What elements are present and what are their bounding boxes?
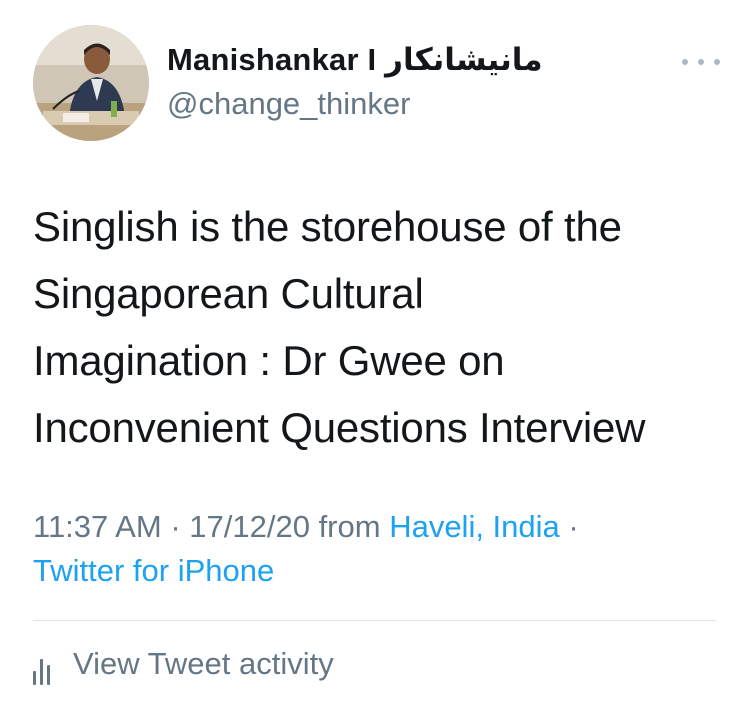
tweet-text-line: Singlish is the storehouse of the bbox=[33, 203, 622, 250]
dot-icon bbox=[714, 59, 720, 65]
view-tweet-activity-button[interactable]: View Tweet activity bbox=[33, 643, 334, 685]
dot-icon bbox=[682, 59, 688, 65]
divider bbox=[33, 620, 717, 621]
bar-chart-icon bbox=[33, 651, 59, 685]
tweet-date[interactable]: 17/12/20 bbox=[189, 509, 310, 544]
tweet-text: Singlish is the storehouse of the Singap… bbox=[33, 193, 733, 461]
separator: · bbox=[568, 509, 579, 544]
tweet-text-line: Imagination : Dr Gwee on bbox=[33, 337, 505, 384]
location-link[interactable]: Haveli, India bbox=[389, 509, 560, 544]
from-label: from bbox=[318, 509, 381, 544]
tweet-text-line: Inconvenient Questions Interview bbox=[33, 404, 646, 451]
avatar[interactable] bbox=[33, 25, 149, 141]
dot-icon bbox=[698, 59, 704, 65]
tweet-text-line: Singaporean Cultural bbox=[33, 270, 424, 317]
display-name[interactable]: Manishankar I مانیشانکار bbox=[167, 42, 543, 78]
user-handle[interactable]: @change_thinker bbox=[167, 86, 410, 122]
separator: · bbox=[170, 509, 181, 544]
tweet-metadata: 11:37 AM · 17/12/20 from Haveli, India ·… bbox=[33, 505, 723, 593]
user-avatar-photo bbox=[33, 25, 149, 141]
client-link[interactable]: Twitter for iPhone bbox=[33, 553, 274, 588]
tweet-time[interactable]: 11:37 AM bbox=[33, 509, 162, 544]
more-dots-icon[interactable] bbox=[682, 52, 720, 72]
view-tweet-activity-label: View Tweet activity bbox=[73, 646, 334, 681]
